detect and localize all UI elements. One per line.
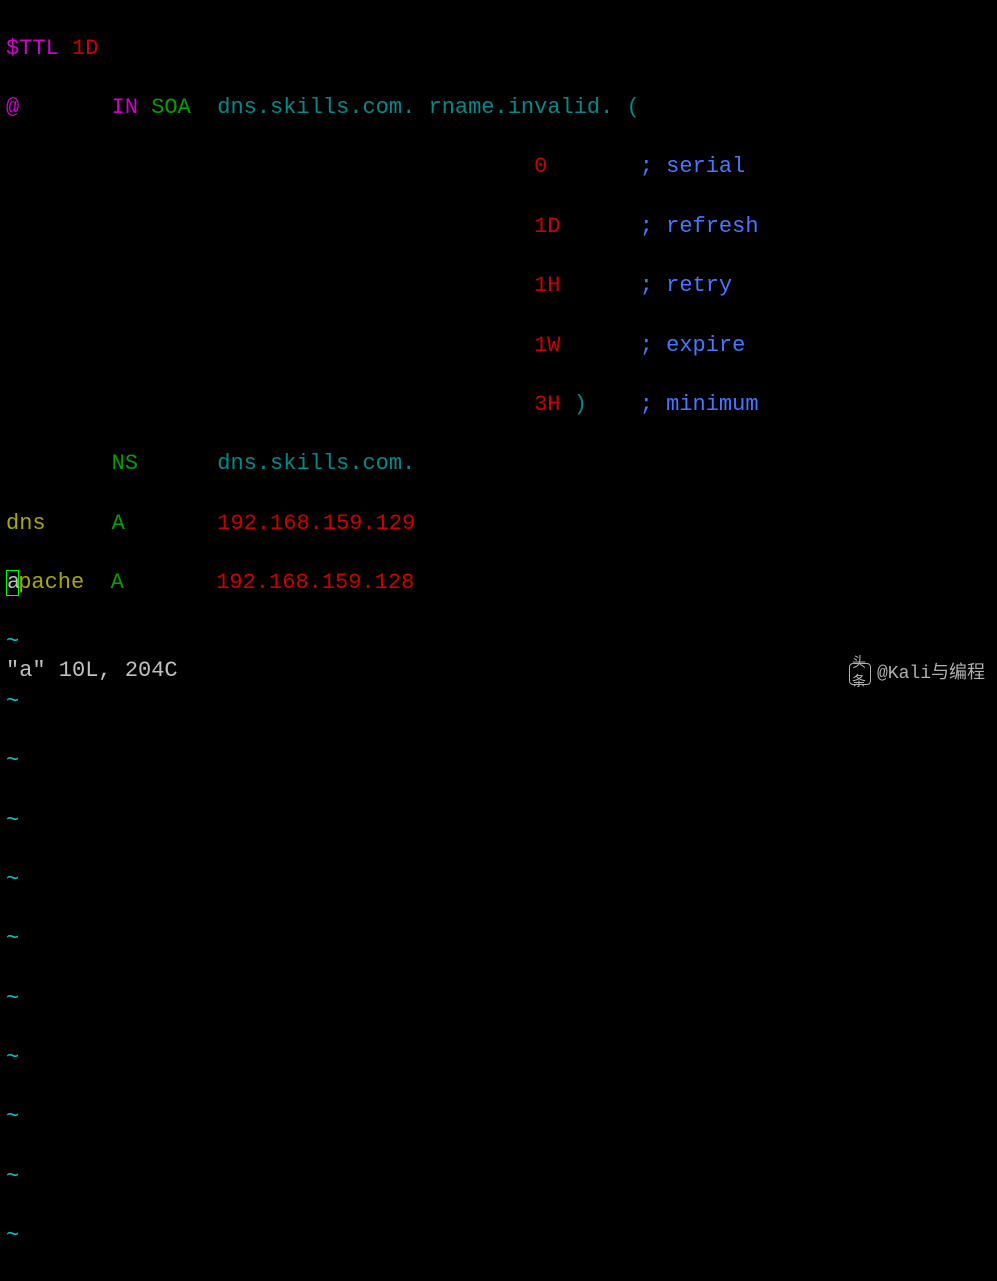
empty-line-tilde: ~	[6, 1162, 991, 1192]
soa-expire: 1W	[534, 333, 560, 358]
type-a: A	[111, 570, 124, 595]
ttl-value: 1D	[72, 36, 98, 61]
editor-content[interactable]: $TTL 1D @ IN SOA dns.skills.com. rname.i…	[6, 4, 991, 1281]
empty-line-tilde: ~	[6, 865, 991, 895]
comment-prefix: ;	[640, 273, 653, 298]
ttl-directive: $TTL	[6, 36, 59, 61]
status-text: "a" 10L, 204C	[6, 658, 178, 683]
soa-minimum: 3H	[534, 392, 560, 417]
soa-retry: 1H	[534, 273, 560, 298]
empty-line-tilde: ~	[6, 746, 991, 776]
comment-prefix: ;	[640, 392, 653, 417]
zone-line-serial: 0 ; serial	[6, 152, 991, 182]
empty-line-tilde: ~	[6, 1102, 991, 1132]
soa-refresh: 1D	[534, 214, 560, 239]
comment-expire: expire	[666, 333, 745, 358]
record-name-dns: dns	[6, 511, 46, 536]
soa-serial: 0	[534, 154, 547, 179]
empty-line-tilde: ~	[6, 627, 991, 657]
zone-line-soa: @ IN SOA dns.skills.com. rname.invalid. …	[6, 93, 991, 123]
soa-close-paren: )	[574, 392, 587, 417]
comment-refresh: refresh	[666, 214, 758, 239]
ns-target: dns.skills.com.	[217, 451, 415, 476]
empty-line-tilde: ~	[6, 924, 991, 954]
ip-dns: 192.168.159.129	[217, 511, 415, 536]
type-soa: SOA	[151, 95, 191, 120]
comment-minimum: minimum	[666, 392, 758, 417]
record-name-apache: pache	[18, 570, 84, 595]
comment-serial: serial	[666, 154, 745, 179]
comment-retry: retry	[666, 273, 732, 298]
toutiao-icon: 头条	[849, 663, 871, 685]
zone-line-retry: 1H ; retry	[6, 271, 991, 301]
empty-line-tilde: ~	[6, 806, 991, 836]
empty-line-tilde: ~	[6, 1221, 991, 1251]
zone-line-a-apache: apache A 192.168.159.128	[6, 568, 991, 598]
origin-at: @	[6, 95, 19, 120]
class-in: IN	[112, 95, 138, 120]
zone-line-ns: NS dns.skills.com.	[6, 449, 991, 479]
soa-open-paren: (	[627, 95, 640, 120]
watermark: 头条 @Kali与编程	[849, 662, 985, 686]
soa-rname: rname.invalid.	[429, 95, 614, 120]
empty-line-tilde: ~	[6, 984, 991, 1014]
zone-line-refresh: 1D ; refresh	[6, 212, 991, 242]
ip-apache: 192.168.159.128	[216, 570, 414, 595]
comment-prefix: ;	[640, 154, 653, 179]
zone-line-a-dns: dns A 192.168.159.129	[6, 509, 991, 539]
soa-primary: dns.skills.com.	[217, 95, 415, 120]
comment-prefix: ;	[640, 333, 653, 358]
zone-line-ttl: $TTL 1D	[6, 34, 991, 64]
empty-line-tilde: ~	[6, 1043, 991, 1073]
type-a: A	[112, 511, 125, 536]
watermark-text: @Kali与编程	[877, 662, 985, 686]
type-ns: NS	[112, 451, 138, 476]
zone-line-expire: 1W ; expire	[6, 331, 991, 361]
comment-prefix: ;	[640, 214, 653, 239]
zone-line-minimum: 3H ) ; minimum	[6, 390, 991, 420]
status-bar: "a" 10L, 204C	[6, 656, 178, 686]
empty-line-tilde: ~	[6, 687, 991, 717]
